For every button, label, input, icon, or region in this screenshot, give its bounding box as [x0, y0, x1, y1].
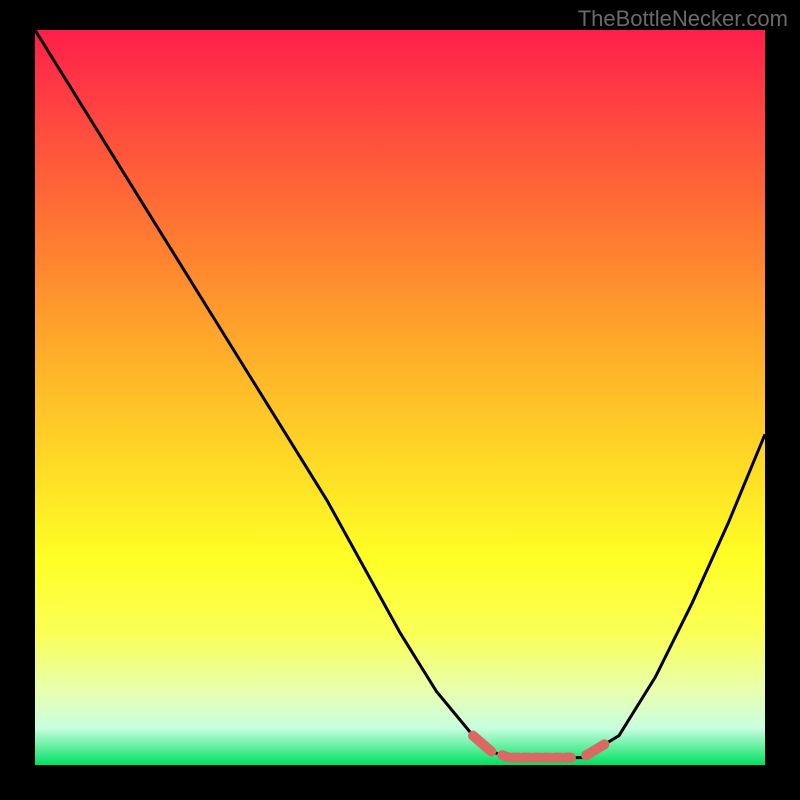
highlight-marker-middle — [502, 755, 571, 757]
watermark-text: TheBottleNecker.com — [578, 6, 788, 32]
chart-plot-area — [35, 30, 765, 765]
bottleneck-curve-line — [35, 30, 765, 758]
chart-svg — [35, 30, 765, 765]
highlight-marker-right — [586, 744, 604, 755]
highlight-marker-left — [473, 736, 491, 752]
